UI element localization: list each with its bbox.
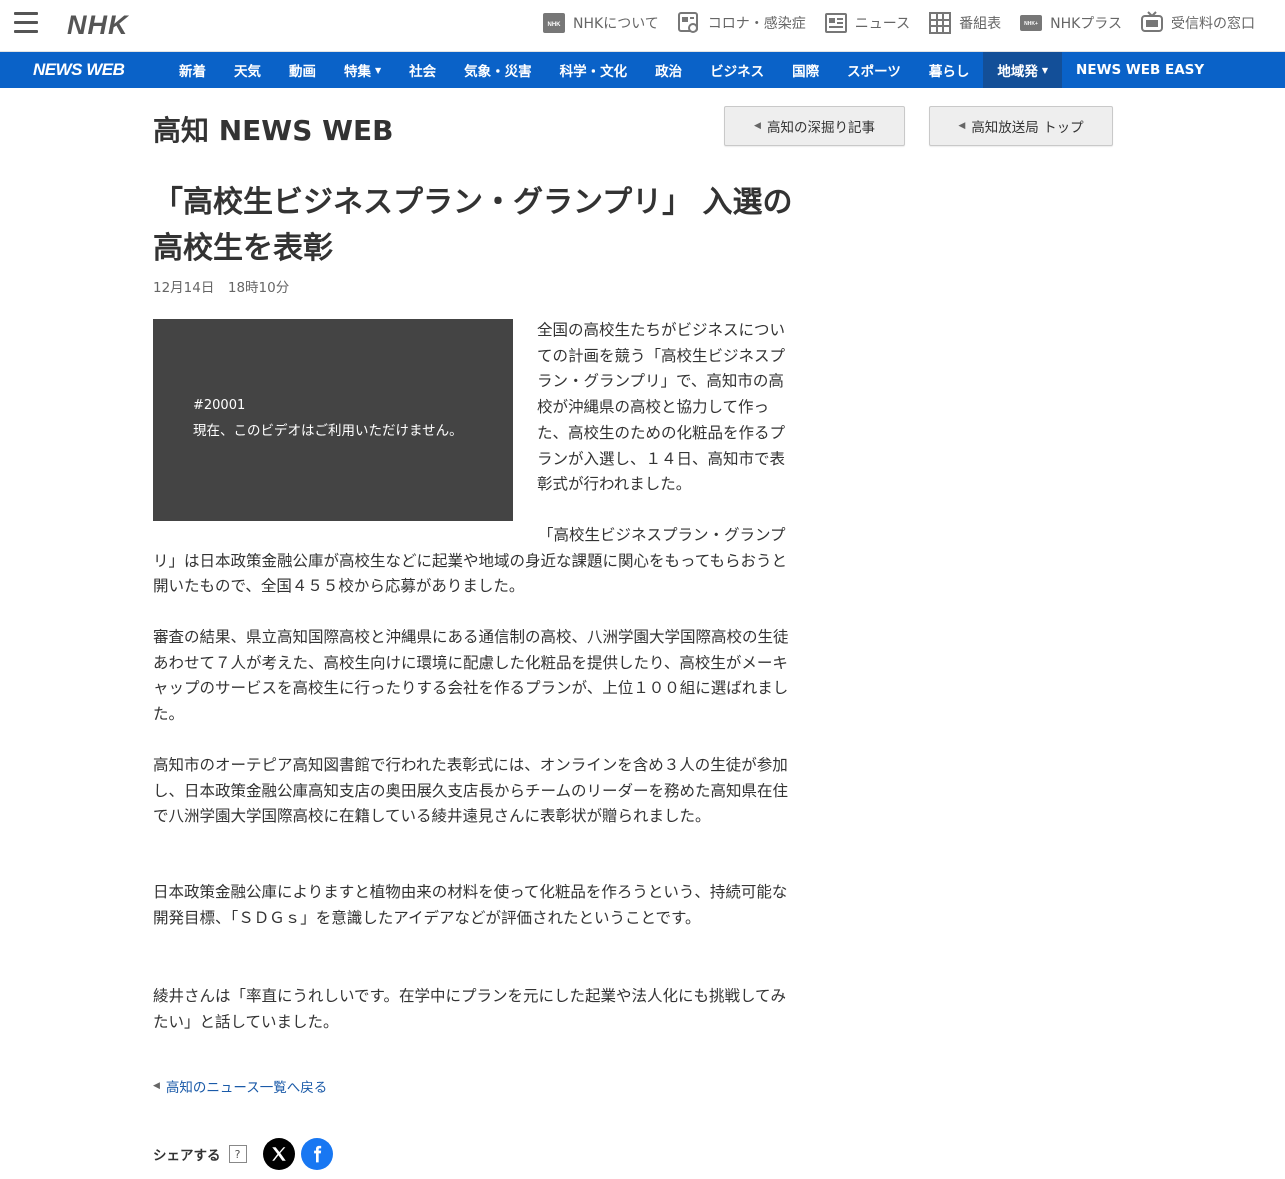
back-to-news-list-link[interactable]: ◀ 高知のニュース一覧へ戻る bbox=[153, 1076, 327, 1096]
link-news[interactable]: ニュース bbox=[824, 11, 910, 35]
share-help-icon[interactable]: ? bbox=[228, 1145, 247, 1163]
article-paragraph: 「高校生ビジネスプラン・グランプリ」は日本政策金融公庫が高校生などに起業や地域の… bbox=[153, 526, 787, 596]
link-label: 受信料の窓口 bbox=[1171, 16, 1255, 32]
button-label: 高知放送局 トップ bbox=[971, 120, 1084, 136]
nav-item-society[interactable]: 社会 bbox=[395, 52, 450, 88]
nav-item-special[interactable]: 特集 ▼ bbox=[330, 52, 395, 88]
share-bar: シェアする ? bbox=[153, 1138, 339, 1170]
article-paragraph: 日本政策金融公庫によりますと植物由来の材料を使って化粧品を作ろうという、持続可能… bbox=[153, 883, 788, 927]
nhk-badge-icon: NHK bbox=[542, 11, 566, 35]
facebook-icon[interactable] bbox=[300, 1138, 333, 1170]
video-error-code: #20001 bbox=[193, 398, 246, 413]
article-headline: 「高校生ビジネスプラン・グランプリ」 入選の高校生を表彰 bbox=[153, 185, 793, 266]
link-covid[interactable]: コロナ・感染症 bbox=[677, 11, 806, 35]
nav-item-regional[interactable]: 地域発 ▼ bbox=[983, 52, 1063, 88]
tv-icon bbox=[1140, 11, 1164, 35]
link-reception-fee[interactable]: 受信料の窓口 bbox=[1140, 11, 1255, 35]
triangle-left-icon: ◀ bbox=[754, 121, 761, 131]
nav-item-weather[interactable]: 天気 bbox=[220, 52, 275, 88]
link-schedule[interactable]: 番組表 bbox=[928, 11, 1001, 35]
article-paragraph: 審査の結果、県立高知国際高校と沖縄県にある通信制の高校、八洲学園大学国際高校の生… bbox=[153, 628, 789, 724]
deep-dive-button[interactable]: ◀ 高知の深掘り記事 bbox=[724, 106, 905, 146]
article-paragraph: 綾井さんは「率直にうれしいです。在学中にプランを元にした起業や法人化にも挑戦して… bbox=[153, 987, 787, 1031]
caret-down-icon: ▼ bbox=[1041, 65, 1049, 75]
nav-item-disaster[interactable]: 気象・災害 bbox=[450, 52, 546, 88]
link-label: 高知のニュース一覧へ戻る bbox=[165, 1080, 328, 1096]
nav-item-international[interactable]: 国際 bbox=[778, 52, 833, 88]
caret-down-icon: ▼ bbox=[375, 65, 382, 75]
video-player[interactable]: #20001 現在、このビデオはご利用いただけません。 bbox=[153, 319, 513, 521]
station-top-button[interactable]: ◀ 高知放送局 トップ bbox=[929, 106, 1113, 146]
site-title[interactable]: 高知 NEWS WEB bbox=[153, 109, 393, 149]
triangle-left-icon: ◀ bbox=[958, 121, 966, 131]
news-web-logo[interactable]: NEWS WEB bbox=[0, 60, 165, 80]
button-label: 高知の深掘り記事 bbox=[766, 120, 875, 136]
top-links: NHK NHKについて コロナ・感染症 ニュース 番組表 NHK+ NHKプラス… bbox=[542, 11, 1255, 35]
triangle-left-icon: ◀ bbox=[153, 1081, 160, 1091]
x-icon[interactable] bbox=[262, 1138, 295, 1170]
article-date: 12月14日 18時10分 bbox=[153, 280, 290, 296]
link-label: コロナ・感染症 bbox=[707, 16, 806, 32]
nav-item-science[interactable]: 科学・文化 bbox=[546, 52, 642, 88]
nav-items: 新着 天気 動画 特集 ▼ 社会 気象・災害 科学・文化 政治 ビジネス 国際 ス… bbox=[165, 52, 1218, 88]
nav-item-new[interactable]: 新着 bbox=[165, 52, 220, 88]
nhk-logo[interactable]: NHK bbox=[67, 10, 129, 41]
svg-text:NHK: NHK bbox=[548, 22, 562, 28]
grid-schedule-icon bbox=[928, 11, 952, 35]
covid-icon bbox=[677, 11, 701, 35]
link-about-nhk[interactable]: NHK NHKについて bbox=[542, 11, 659, 35]
nav-item-sports[interactable]: スポーツ bbox=[833, 52, 915, 88]
nhk-plus-icon: NHK+ bbox=[1019, 11, 1043, 35]
article-paragraph: 高知市のオーテピア高知図書館で行われた表彰式には、オンラインを含め３人の生徒が参… bbox=[153, 756, 789, 826]
link-nhk-plus[interactable]: NHK+ NHKプラス bbox=[1019, 11, 1122, 35]
nav-item-video[interactable]: 動画 bbox=[275, 52, 330, 88]
video-error-message: 現在、このビデオはご利用いただけません。 bbox=[193, 423, 463, 439]
link-label: NHKについて bbox=[573, 16, 659, 32]
svg-text:NHK+: NHK+ bbox=[1024, 21, 1038, 27]
nav-item-life[interactable]: 暮らし bbox=[915, 52, 984, 88]
nav-item-business[interactable]: ビジネス bbox=[696, 52, 778, 88]
link-label: ニュース bbox=[854, 16, 911, 32]
menu-icon[interactable] bbox=[14, 12, 38, 34]
link-label: 番組表 bbox=[959, 16, 1002, 32]
share-label: シェアする bbox=[153, 1148, 221, 1164]
nav-item-news-web-easy[interactable]: NEWS WEB EASY bbox=[1062, 52, 1218, 88]
news-icon bbox=[824, 11, 848, 35]
link-label: NHKプラス bbox=[1050, 16, 1122, 32]
top-header: NHK NHK NHKについて コロナ・感染症 ニュース 番組表 NHK+ NH… bbox=[0, 0, 1285, 52]
article-paragraph: 全国の高校生たちがビジネスについての計画を競う「高校生ビジネスプラン・グランプリ… bbox=[537, 321, 786, 494]
nav-item-politics[interactable]: 政治 bbox=[641, 52, 696, 88]
main-nav: NEWS WEB 新着 天気 動画 特集 ▼ 社会 気象・災害 科学・文化 政治 … bbox=[0, 52, 1285, 88]
